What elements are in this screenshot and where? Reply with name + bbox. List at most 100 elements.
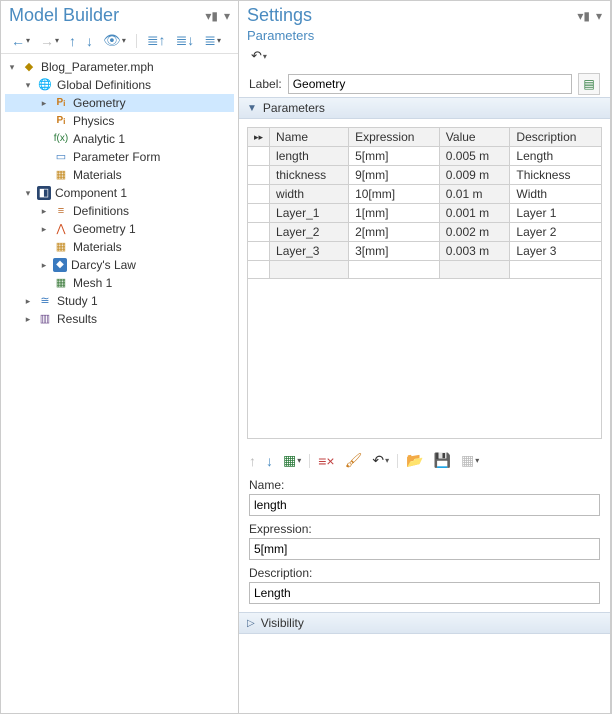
tree-item[interactable]: ▸⋀Geometry 1 — [5, 220, 234, 238]
tree-item-label: Darcy's Law — [71, 256, 136, 274]
tree-item[interactable]: ▸PiGeometry — [5, 94, 234, 112]
table-row[interactable]: thickness9[mm]0.009 mThickness — [248, 166, 602, 185]
label-input[interactable] — [288, 74, 572, 94]
table-row[interactable]: Layer_33[mm]0.003 mLayer 3 — [248, 242, 602, 261]
collapse-button[interactable]: ≣↑ — [145, 31, 168, 50]
table-row[interactable]: Layer_22[mm]0.002 mLayer 2 — [248, 223, 602, 242]
expander-icon[interactable]: ▾ — [7, 58, 17, 76]
cell-expression[interactable]: 2[mm] — [349, 223, 440, 242]
cell-expression[interactable]: 10[mm] — [349, 185, 440, 204]
table-row[interactable]: Layer_11[mm]0.001 mLayer 1 — [248, 204, 602, 223]
cell-expression[interactable]: 9[mm] — [349, 166, 440, 185]
expander-icon[interactable]: ▸ — [39, 256, 49, 274]
tree-item[interactable]: ▦Materials — [5, 166, 234, 184]
model-tree[interactable]: ▾◆Blog_Parameter.mph▾🌐Global Definitions… — [1, 54, 238, 713]
table-row[interactable]: width10[mm]0.01 mWidth — [248, 185, 602, 204]
settings-subtitle: Parameters — [239, 28, 610, 45]
parameters-table-wrap: ▸▸NameExpressionValueDescriptionlength5[… — [239, 119, 610, 447]
column-header[interactable]: Expression — [349, 128, 440, 147]
undo-button[interactable]: ↶▾ — [249, 47, 269, 65]
tree-item[interactable]: ▾🌐Global Definitions — [5, 76, 234, 94]
tree-item[interactable]: f(x)Analytic 1 — [5, 130, 234, 148]
expander-icon[interactable]: ▸ — [39, 220, 49, 238]
cell-value: 0.01 m — [439, 185, 510, 204]
name-input[interactable] — [249, 494, 600, 516]
expander-icon[interactable]: ▸ — [23, 310, 33, 328]
tree-item[interactable]: ▭Parameter Form — [5, 148, 234, 166]
clear-button[interactable]: 🖌 — [343, 451, 365, 470]
table-row-empty[interactable] — [248, 261, 602, 279]
expander-icon[interactable]: ▸ — [39, 94, 49, 112]
cell-description[interactable]: Length — [510, 147, 602, 166]
tree-item[interactable]: ▸≡Definitions — [5, 202, 234, 220]
cell-expression[interactable]: 1[mm] — [349, 204, 440, 223]
cell-name[interactable]: Layer_3 — [270, 242, 349, 261]
label-title: Label: — [249, 77, 282, 91]
row-handle[interactable] — [248, 242, 270, 261]
tree-item[interactable]: ▾◧Component 1 — [5, 184, 234, 202]
cell-name[interactable]: thickness — [270, 166, 349, 185]
row-handle[interactable] — [248, 223, 270, 242]
pin-icon[interactable]: ▾▮ — [577, 9, 590, 23]
table-row[interactable]: length5[mm]0.005 mLength — [248, 147, 602, 166]
tree-item[interactable]: ▦Materials — [5, 238, 234, 256]
row-handle[interactable] — [248, 185, 270, 204]
tree-item[interactable]: ▾◆Blog_Parameter.mph — [5, 58, 234, 76]
cell-name[interactable]: Layer_2 — [270, 223, 349, 242]
tree-item[interactable]: ▸▥Results — [5, 310, 234, 328]
parameters-table[interactable]: ▸▸NameExpressionValueDescriptionlength5[… — [247, 127, 602, 279]
cell-expression[interactable]: 5[mm] — [349, 147, 440, 166]
tree-item-label: Materials — [73, 238, 122, 256]
row-handle[interactable] — [248, 204, 270, 223]
expander-icon[interactable]: ▾ — [23, 184, 33, 202]
table-corner[interactable]: ▸▸ — [248, 128, 270, 147]
tree-item-label: Physics — [73, 112, 114, 130]
description-input[interactable] — [249, 582, 600, 604]
cell-name[interactable]: length — [270, 147, 349, 166]
cell-description[interactable]: Layer 3 — [510, 242, 602, 261]
expression-input[interactable] — [249, 538, 600, 560]
row-handle[interactable] — [248, 166, 270, 185]
nav-back-button[interactable]: ←▾ — [9, 32, 32, 50]
visibility-section-header[interactable]: ▷ Visibility — [239, 612, 610, 634]
cell-expression[interactable]: 3[mm] — [349, 242, 440, 261]
expand-button[interactable]: ≣↓ — [174, 31, 197, 50]
tree-item[interactable]: PiPhysics — [5, 112, 234, 130]
tree-item-label: Materials — [73, 166, 122, 184]
description-field-label: Description: — [249, 566, 600, 580]
tree-item[interactable]: ▦Mesh 1 — [5, 274, 234, 292]
add-button[interactable]: ▦▾ — [281, 451, 303, 470]
table-empty-area — [247, 279, 602, 439]
column-header[interactable]: Description — [510, 128, 602, 147]
tree-item[interactable]: ▸◆Darcy's Law — [5, 256, 234, 274]
nav-up-button[interactable]: ↑ — [67, 32, 78, 50]
cell-description[interactable]: Width — [510, 185, 602, 204]
expander-icon[interactable]: ▸ — [23, 292, 33, 310]
name-field-label: Name: — [249, 478, 600, 492]
panel-menu-icon[interactable]: ▾ — [596, 9, 602, 23]
delete-button[interactable]: ≡× — [316, 452, 336, 470]
cell-description[interactable]: Thickness — [510, 166, 602, 185]
column-header[interactable]: Value — [439, 128, 510, 147]
pin-icon[interactable]: ▾▮ — [205, 9, 218, 23]
tree-item[interactable]: ▸≅Study 1 — [5, 292, 234, 310]
cell-name[interactable]: Layer_1 — [270, 204, 349, 223]
expander-icon[interactable]: ▾ — [23, 76, 33, 94]
move-down-button[interactable]: ↓ — [264, 452, 275, 470]
show-button[interactable]: 👁▾ — [101, 31, 128, 50]
panel-menu-icon[interactable]: ▾ — [224, 9, 230, 23]
goto-source-button[interactable]: ▤ — [578, 73, 600, 95]
save-button[interactable]: 💾 — [432, 451, 453, 470]
cell-description[interactable]: Layer 2 — [510, 223, 602, 242]
model-builder-title-bar: Model Builder ▾▮ ▾ — [1, 1, 238, 28]
tree-options-button[interactable]: ≣▾ — [202, 31, 223, 50]
parameters-section-header[interactable]: ▼ Parameters — [239, 97, 610, 119]
open-button[interactable]: 📂 — [404, 451, 425, 470]
nav-down-button[interactable]: ↓ — [84, 32, 95, 50]
expander-icon[interactable]: ▸ — [39, 202, 49, 220]
column-header[interactable]: Name — [270, 128, 349, 147]
row-handle[interactable] — [248, 147, 270, 166]
undo2-button[interactable]: ↶▾ — [370, 451, 391, 470]
cell-description[interactable]: Layer 1 — [510, 204, 602, 223]
cell-name[interactable]: width — [270, 185, 349, 204]
